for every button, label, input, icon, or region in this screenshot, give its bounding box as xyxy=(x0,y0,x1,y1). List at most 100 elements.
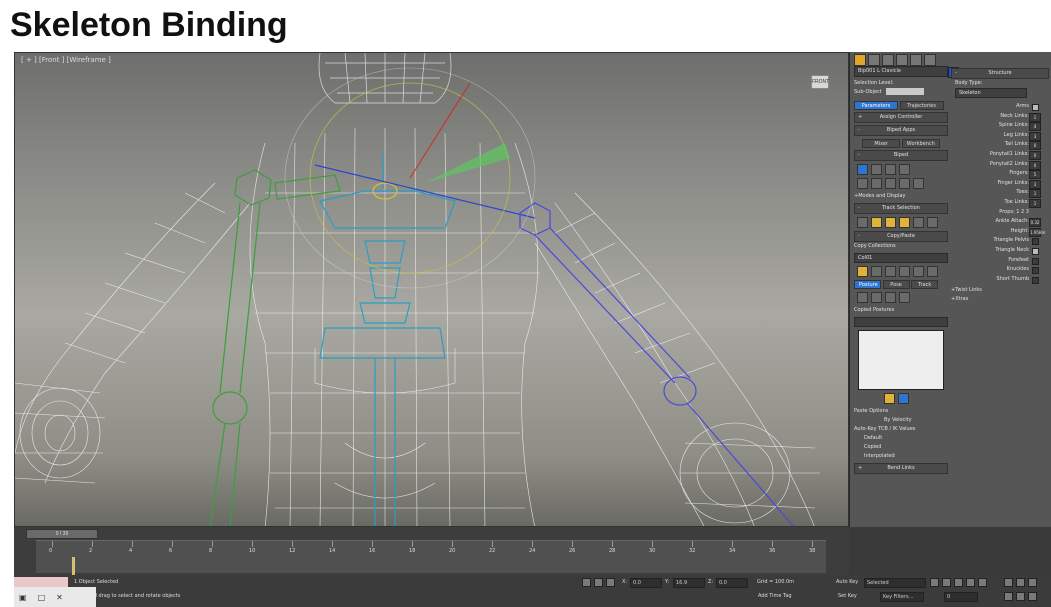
xtras-rollout[interactable]: +Xtras xyxy=(951,295,1049,304)
sub-object-dropdown[interactable] xyxy=(886,88,925,95)
structure-row[interactable]: Short Thumb xyxy=(951,275,1049,285)
trajectories-button[interactable]: Trajectories xyxy=(899,101,944,110)
next-frame-icon[interactable] xyxy=(966,578,975,587)
max-load-icon[interactable] xyxy=(927,266,938,277)
radio-default[interactable]: Default xyxy=(854,434,948,443)
structure-checkbox[interactable] xyxy=(1032,104,1039,111)
delete-collection-icon[interactable] xyxy=(899,266,910,277)
taskbar-restore-icon[interactable]: □ xyxy=(38,593,46,602)
object-name-field[interactable]: Bip001 L Clavicle xyxy=(854,66,959,78)
biped-rollout[interactable]: - Biped xyxy=(854,150,948,161)
body-horizontal-icon[interactable] xyxy=(857,217,868,228)
hierarchy-tab-icon[interactable] xyxy=(882,54,894,66)
buffer-icon[interactable] xyxy=(899,178,910,189)
mixer-mode-icon[interactable] xyxy=(899,164,910,175)
pose-button[interactable]: Pose xyxy=(882,280,910,289)
pan-icon[interactable] xyxy=(1004,592,1013,601)
auto-key-button[interactable]: Auto Key xyxy=(836,579,858,585)
motion-tab-icon[interactable] xyxy=(896,54,908,66)
isolate-icon[interactable] xyxy=(582,578,591,587)
maximize-viewport-icon[interactable] xyxy=(1028,592,1037,601)
footstep-mode-icon[interactable] xyxy=(871,164,882,175)
structure-row[interactable]: Toes: 1 xyxy=(951,188,1049,199)
twist-links-rollout[interactable]: +Twist Links xyxy=(951,286,1049,295)
structure-row[interactable]: Triangle Pelvis xyxy=(951,236,1049,246)
play-icon[interactable] xyxy=(954,578,963,587)
load-motion-icon[interactable] xyxy=(885,178,896,189)
symmetrical-icon[interactable] xyxy=(913,217,924,228)
copied-postures-preview[interactable] xyxy=(858,330,944,390)
body-type-dropdown[interactable]: Skeleton xyxy=(955,88,1027,98)
bend-links-rollout[interactable]: + Bend Links xyxy=(854,463,948,474)
modify-tab-icon[interactable] xyxy=(868,54,880,66)
set-key-button[interactable]: Set Key xyxy=(838,593,857,599)
create-tab-icon[interactable] xyxy=(854,54,866,66)
load-collection-icon[interactable] xyxy=(871,266,882,277)
by-velocity-label[interactable]: By Velocity xyxy=(884,417,912,423)
structure-row[interactable]: Ponytail2 Links: 0 xyxy=(951,160,1049,170)
go-to-start-icon[interactable] xyxy=(930,578,939,587)
in-place-icon[interactable] xyxy=(913,178,924,189)
figure-mode-icon[interactable] xyxy=(857,164,868,175)
workbench-button[interactable]: Workbench xyxy=(901,139,940,148)
structure-row[interactable]: Forefeet xyxy=(951,256,1049,266)
lock-cob-icon[interactable] xyxy=(899,217,910,228)
radio-copied[interactable]: Copied xyxy=(854,443,948,452)
structure-checkbox[interactable] xyxy=(1032,247,1039,255)
structure-row[interactable]: Ponytail1 Links: 0 xyxy=(951,150,1049,160)
viewport-label[interactable]: [ + ] [Front ] [Wireframe ] xyxy=(21,56,111,64)
copy-posture-icon[interactable] xyxy=(857,292,868,303)
taskbar-window-icon[interactable]: ▣ xyxy=(19,593,27,602)
structure-row[interactable]: Arms xyxy=(951,102,1049,112)
delete-all-icon[interactable] xyxy=(913,266,924,277)
go-to-end-icon[interactable] xyxy=(978,578,987,587)
orbit-icon[interactable] xyxy=(1016,592,1025,601)
posture-button[interactable]: Posture xyxy=(854,280,881,289)
zoom-all-icon[interactable] xyxy=(1016,578,1025,587)
structure-row[interactable]: Knuckles xyxy=(951,265,1049,275)
copy-paste-rollout[interactable]: - Copy/Paste xyxy=(854,231,948,242)
structure-rollout[interactable]: - Structure xyxy=(951,68,1049,79)
structure-checkbox[interactable] xyxy=(1032,257,1039,265)
structure-row[interactable]: Fingers: 5 xyxy=(951,169,1049,180)
lock-selection-icon[interactable] xyxy=(594,578,603,587)
time-marker[interactable] xyxy=(72,557,75,577)
save-file-icon[interactable] xyxy=(871,178,882,189)
copied-postures-dropdown[interactable] xyxy=(854,317,948,327)
add-time-tag[interactable]: Add Time Tag xyxy=(758,593,792,599)
time-slider[interactable]: 0 / 39 xyxy=(26,529,98,539)
structure-row[interactable]: Neck Links: 1 xyxy=(951,112,1049,122)
collection-dropdown[interactable]: Col01 xyxy=(854,253,948,263)
paste-posture-icon[interactable] xyxy=(871,292,882,303)
current-frame-field[interactable]: 0 xyxy=(944,592,978,602)
viewcube[interactable]: FRONT xyxy=(811,75,829,89)
delete-posture-icon[interactable] xyxy=(899,292,910,303)
opposite-icon[interactable] xyxy=(927,217,938,228)
selection-set-dropdown[interactable]: Selected xyxy=(864,578,926,588)
sub-object-label[interactable]: Sub-Object xyxy=(854,89,882,95)
paste-opposite-icon[interactable] xyxy=(885,292,896,303)
auto-snapshot-icon[interactable] xyxy=(898,393,909,404)
structure-row[interactable]: Spine Links: 4 xyxy=(951,121,1049,132)
utilities-tab-icon[interactable] xyxy=(924,54,936,66)
biped-apps-rollout[interactable]: - Biped Apps xyxy=(854,125,948,136)
body-vertical-icon[interactable] xyxy=(871,217,882,228)
radio-interpolated[interactable]: Interpolated xyxy=(854,452,948,461)
modes-display-rollout[interactable]: +Modes and Display xyxy=(854,192,948,201)
assign-controller-rollout[interactable]: + Assign Controller xyxy=(854,112,948,123)
x-coordinate-field[interactable]: 0.0 xyxy=(630,578,662,588)
zoom-icon[interactable] xyxy=(1004,578,1013,587)
parameters-button[interactable]: Parameters xyxy=(854,101,898,110)
absolute-mode-icon[interactable] xyxy=(606,578,615,587)
taskbar-close-icon[interactable]: ✕ xyxy=(56,593,63,602)
structure-row[interactable]: Tail Links: 0 xyxy=(951,140,1049,151)
structure-row[interactable]: Leg Links: 3 xyxy=(951,131,1049,141)
save-collection-icon[interactable] xyxy=(885,266,896,277)
body-rotation-icon[interactable] xyxy=(885,217,896,228)
structure-checkbox[interactable] xyxy=(1032,267,1039,275)
display-tab-icon[interactable] xyxy=(910,54,922,66)
structure-row[interactable]: Props: 1 2 3 xyxy=(951,208,1049,218)
structure-row[interactable]: Triangle Neck xyxy=(951,246,1049,256)
key-filters-button[interactable]: Key Filters... xyxy=(880,592,924,602)
track-selection-rollout[interactable]: - Track Selection xyxy=(854,203,948,214)
